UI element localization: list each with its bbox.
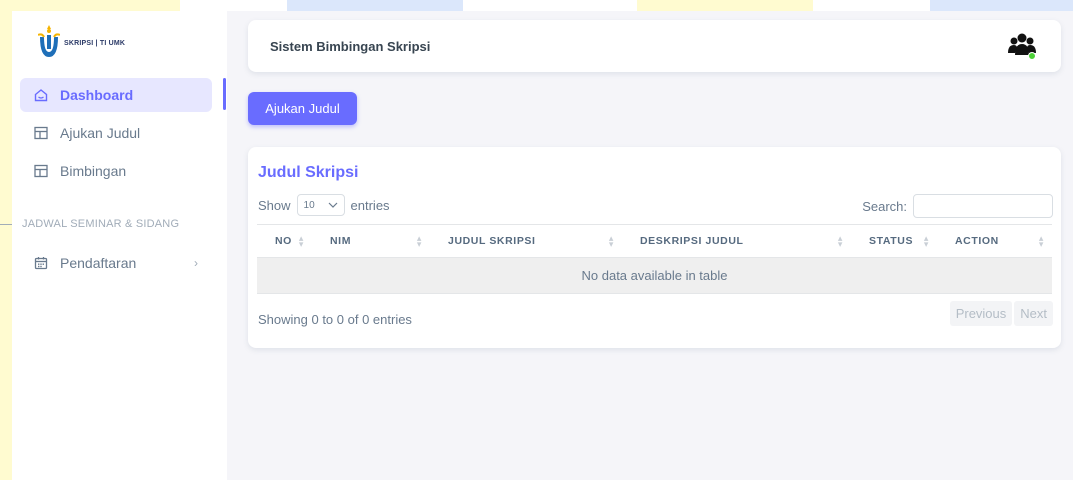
column-header-deskripsi-judul[interactable]: DESKRIPSI JUDUL ▴ ▾ [622,224,851,258]
table-row: No data available in table [257,257,1052,294]
chevron-down-icon [328,202,337,208]
table-search: Search: [862,194,1053,218]
ajukan-judul-button[interactable]: Ajukan Judul [248,92,357,125]
layout-icon [34,164,48,178]
sidebar-item-label: Ajukan Judul [60,125,141,141]
column-header-status[interactable]: STATUS ▴ ▾ [851,224,937,258]
search-label: Search: [862,198,907,214]
sidebar-item-label: Pendaftaran [60,255,137,271]
users-icon[interactable] [1007,31,1037,61]
page-title: Sistem Bimbingan Skripsi [270,38,431,54]
entries-label: entries [350,197,390,213]
chevron-right-icon: › [194,256,198,270]
search-input[interactable] [913,194,1053,218]
university-logo-icon [38,25,60,57]
sidebar: SKRIPSI | TI UMK Dashboard Ajukan Judul … [0,11,227,480]
sort-icon: ▴ ▾ [837,233,843,249]
sort-icon: ▴ ▾ [416,233,422,249]
sidebar-item-label: Dashboard [60,87,134,103]
sort-icon: ▴ ▾ [923,233,929,249]
section-dash [0,223,12,225]
active-indicator [223,78,226,110]
sidebar-item-bimbingan[interactable]: Bimbingan [20,154,212,188]
judul-skripsi-table: NO ▴ ▾ NIM ▴ ▾ JUDUL SKRIPSI ▴ ▾ DESKRIPSI JUD… [257,224,1052,294]
entries-length-select[interactable]: 10 [296,194,345,216]
sort-icon: ▴ ▾ [298,233,304,249]
brand-text: SKRIPSI | TI UMK [64,39,126,47]
sidebar-item-label: Bimbingan [60,163,127,179]
show-label: Show [258,197,291,213]
empty-table-message: No data available in table [257,257,1052,294]
next-button[interactable]: Next [1014,301,1053,326]
column-header-judul-skripsi[interactable]: JUDUL SKRIPSI ▴ ▾ [430,224,622,258]
layout-icon [34,126,48,140]
card-title: Judul Skripsi [258,164,359,181]
top-decorative-stripes [0,0,1073,11]
pagination: Previous Next [949,301,1053,326]
previous-button[interactable]: Previous [949,301,1013,326]
home-icon [34,88,48,102]
column-header-action[interactable]: ACTION ▴ ▾ [937,224,1052,258]
column-header-nim[interactable]: NIM ▴ ▾ [312,224,430,258]
sidebar-item-dashboard[interactable]: Dashboard [20,78,212,112]
table-info: Showing 0 to 0 of 0 entries [258,312,412,327]
left-decorative-edge [0,0,12,480]
entries-length-value: 10 [303,199,315,211]
sort-icon: ▴ ▾ [1038,233,1044,249]
show-entries-control: Show 10 entries [258,194,390,216]
sidebar-item-ajukan-judul[interactable]: Ajukan Judul [20,116,212,150]
top-navbar: Sistem Bimbingan Skripsi [248,20,1061,72]
brand-logo[interactable]: SKRIPSI | TI UMK [38,25,125,61]
section-header-label: JADWAL SEMINAR & SIDANG [22,218,180,230]
judul-skripsi-card: Judul Skripsi Show 10 entries Search: NO… [248,147,1061,348]
sidebar-section-header: JADWAL SEMINAR & SIDANG [0,216,227,232]
column-header-no[interactable]: NO ▴ ▾ [257,224,312,258]
calendar-icon [34,256,48,270]
sidebar-item-pendaftaran[interactable]: Pendaftaran › [20,246,212,280]
sort-icon: ▴ ▾ [608,233,614,249]
